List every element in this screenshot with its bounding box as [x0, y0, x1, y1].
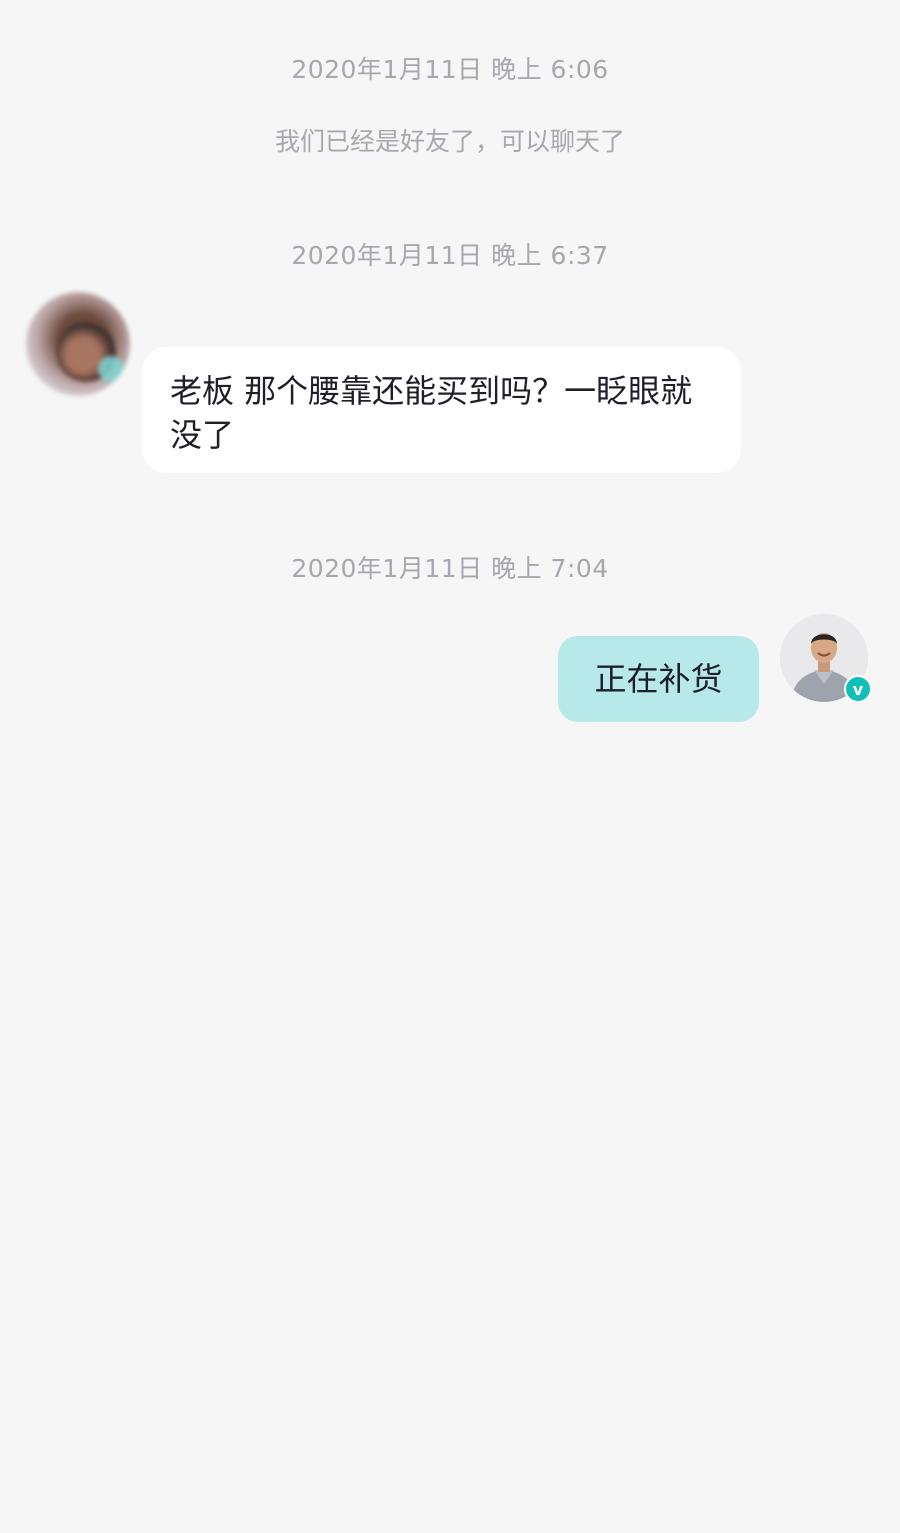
- timestamp: 2020年1月11日 晚上 6:06: [291, 55, 609, 84]
- timestamp: 2020年1月11日 晚上 7:04: [291, 554, 609, 583]
- contact-avatar[interactable]: [26, 292, 130, 396]
- system-note: 我们已经是好友了，可以聊天了: [274, 127, 625, 156]
- avatar-badge: [98, 356, 124, 382]
- timestamp: 2020年1月11日 晚上 6:37: [291, 241, 609, 270]
- chat-screen: 2020年1月11日 晚上 6:06 我们已经是好友了，可以聊天了 2020年1…: [0, 0, 900, 1533]
- incoming-message-bubble[interactable]: 老板 那个腰靠还能买到吗？一眨眼就没了: [142, 347, 741, 473]
- outgoing-message-bubble[interactable]: 正在补货: [558, 636, 759, 722]
- verified-check-icon: v: [844, 675, 872, 703]
